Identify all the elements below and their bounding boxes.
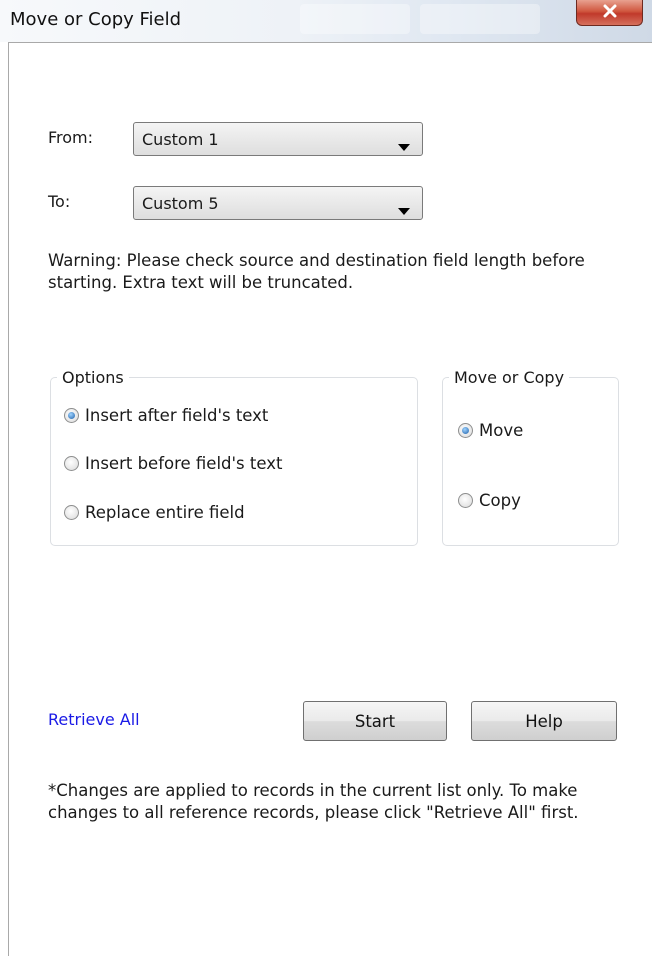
to-dropdown[interactable]: Custom 5 — [133, 186, 423, 220]
option-replace-entire[interactable]: Replace entire field — [64, 503, 245, 522]
start-button[interactable]: Start — [303, 701, 447, 741]
chevron-down-icon — [398, 201, 410, 220]
changes-note: *Changes are applied to records in the c… — [48, 781, 579, 822]
title-bar-reflection — [300, 4, 410, 34]
to-dropdown-value: Custom 5 — [142, 194, 219, 213]
chevron-down-icon — [398, 137, 410, 156]
option-insert-before[interactable]: Insert before field's text — [64, 454, 282, 473]
radio-unselected-icon[interactable] — [458, 493, 473, 508]
close-button[interactable] — [576, 0, 643, 26]
help-button[interactable]: Help — [471, 701, 617, 741]
radio-selected-icon[interactable] — [64, 408, 79, 423]
retrieve-all-link[interactable]: Retrieve All — [48, 710, 140, 729]
title-bar: Move or Copy Field — [0, 0, 652, 42]
option-insert-after-label: Insert after field's text — [85, 406, 269, 425]
option-move[interactable]: Move — [458, 421, 523, 440]
from-label: From: — [48, 128, 94, 147]
from-dropdown[interactable]: Custom 1 — [133, 122, 423, 156]
close-icon — [603, 3, 617, 22]
options-legend: Options — [62, 368, 124, 387]
window-title: Move or Copy Field — [10, 9, 182, 30]
move-or-copy-legend: Move or Copy — [454, 368, 565, 387]
option-copy-label: Copy — [479, 491, 521, 510]
radio-unselected-icon[interactable] — [64, 456, 79, 471]
from-dropdown-value: Custom 1 — [142, 130, 219, 149]
move-or-copy-group: Move or Copy — [442, 368, 619, 546]
to-label: To: — [48, 192, 71, 211]
option-insert-after[interactable]: Insert after field's text — [64, 406, 268, 425]
title-bar-reflection — [420, 4, 540, 34]
option-replace-entire-label: Replace entire field — [85, 503, 245, 522]
warning-text: Warning: Please check source and destina… — [48, 251, 585, 292]
option-copy[interactable]: Copy — [458, 491, 521, 510]
radio-unselected-icon[interactable] — [64, 505, 79, 520]
option-move-label: Move — [479, 421, 524, 440]
option-insert-before-label: Insert before field's text — [85, 454, 283, 473]
radio-selected-icon[interactable] — [458, 423, 473, 438]
